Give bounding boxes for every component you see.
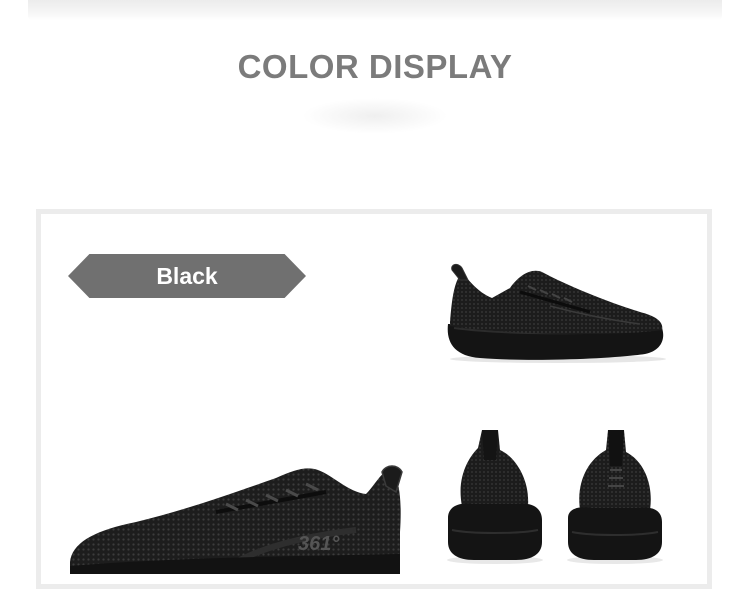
brand-mark: 361° xyxy=(298,533,340,555)
top-divider xyxy=(28,0,722,20)
shoe-front-view xyxy=(567,430,663,564)
shoe-rear-view xyxy=(447,430,543,564)
shoe-side-view-left: 361° xyxy=(70,465,403,574)
section-title: COLOR DISPLAY xyxy=(237,48,513,85)
shoe-side-view-right xyxy=(447,263,666,363)
color-badge-label: Black xyxy=(156,263,218,289)
title-shadow xyxy=(302,98,448,134)
